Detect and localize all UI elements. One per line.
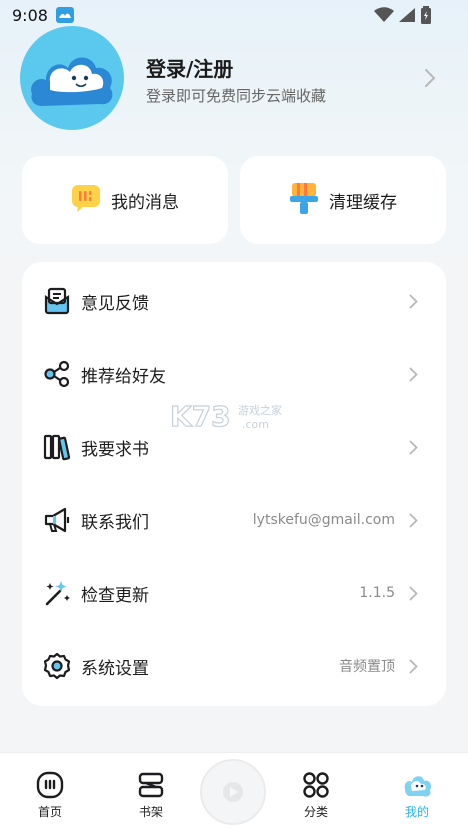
clean-brush-icon — [289, 181, 319, 219]
battery-icon — [420, 6, 432, 28]
menu-label-book-request: 我要求书 — [81, 439, 149, 460]
tab-mine[interactable]: 我的 — [377, 753, 457, 832]
menu-item-book-request[interactable]: 我要求书 — [22, 411, 446, 483]
menu-item-contact[interactable]: 联系我们 lytskefu@gmail.com — [22, 484, 446, 556]
gear-icon — [42, 651, 72, 681]
status-time: 9:08 — [12, 5, 48, 25]
home-icon — [36, 771, 64, 799]
app-version: 1.1.5 — [359, 585, 395, 601]
menu-label-feedback: 意见反馈 — [81, 293, 149, 314]
menu-value-settings: 音频置顶 — [339, 659, 395, 675]
avatar[interactable] — [20, 26, 124, 130]
contact-email: lytskefu@gmail.com — [252, 512, 395, 528]
wifi-icon — [374, 7, 394, 27]
menu-label-settings: 系统设置 — [81, 658, 149, 679]
books-icon — [42, 432, 72, 462]
settings-menu: 意见反馈 推荐给好友 我要求书 联系我们 lytskefu@gmail.com … — [22, 262, 446, 706]
menu-item-settings[interactable]: 系统设置 音频置顶 — [22, 630, 446, 702]
clear-cache-button[interactable]: 清理缓存 — [240, 156, 446, 244]
feedback-icon — [42, 286, 72, 316]
menu-item-share[interactable]: 推荐给好友 — [22, 338, 446, 410]
chevron-right-icon — [409, 659, 418, 678]
category-grid-icon — [302, 771, 330, 799]
profile-subtitle: 登录即可免费同步云端收藏 — [146, 87, 327, 105]
profile-header[interactable]: 登录/注册 登录即可免费同步云端收藏 — [20, 26, 448, 132]
chevron-right-icon — [409, 440, 418, 459]
cloud-mascot-icon — [31, 57, 113, 106]
menu-label-contact: 联系我们 — [81, 512, 149, 533]
chevron-right-icon — [409, 294, 418, 313]
player-icon — [223, 782, 243, 802]
menu-label-share: 推荐给好友 — [81, 366, 166, 387]
my-messages-label: 我的消息 — [111, 192, 179, 213]
tab-label-category: 分类 — [303, 805, 328, 819]
magic-wand-icon — [42, 578, 72, 608]
profile-title[interactable]: 登录/注册 — [146, 53, 233, 82]
chevron-right-icon — [409, 367, 418, 386]
tab-category[interactable]: 分类 — [276, 753, 356, 832]
bottom-tab-bar: 首页 书架 分类 我的 — [0, 752, 468, 832]
chevron-right-icon — [409, 513, 418, 532]
bookshelf-icon — [137, 771, 165, 799]
center-play-button[interactable] — [200, 759, 266, 825]
chevron-right-icon — [409, 586, 418, 605]
my-messages-button[interactable]: 我的消息 — [22, 156, 228, 244]
tab-label-mine: 我的 — [404, 805, 429, 819]
tab-label-home: 首页 — [37, 805, 62, 819]
app-notification-icon — [55, 7, 74, 23]
status-icons — [374, 6, 432, 28]
menu-item-check-update[interactable]: 检查更新 1.1.5 — [22, 557, 446, 629]
menu-label-check-update: 检查更新 — [81, 585, 149, 606]
message-icon — [71, 183, 101, 217]
tab-label-bookshelf: 书架 — [138, 805, 163, 819]
megaphone-icon — [42, 505, 72, 535]
chevron-right-icon[interactable] — [424, 68, 436, 92]
menu-item-feedback[interactable]: 意见反馈 — [22, 265, 446, 337]
clear-cache-label: 清理缓存 — [329, 192, 397, 213]
cellular-signal-icon — [398, 7, 416, 27]
mascot-profile-icon — [403, 771, 432, 799]
tab-home[interactable]: 首页 — [10, 753, 90, 832]
share-icon — [42, 359, 72, 389]
tab-bookshelf[interactable]: 书架 — [111, 753, 191, 832]
